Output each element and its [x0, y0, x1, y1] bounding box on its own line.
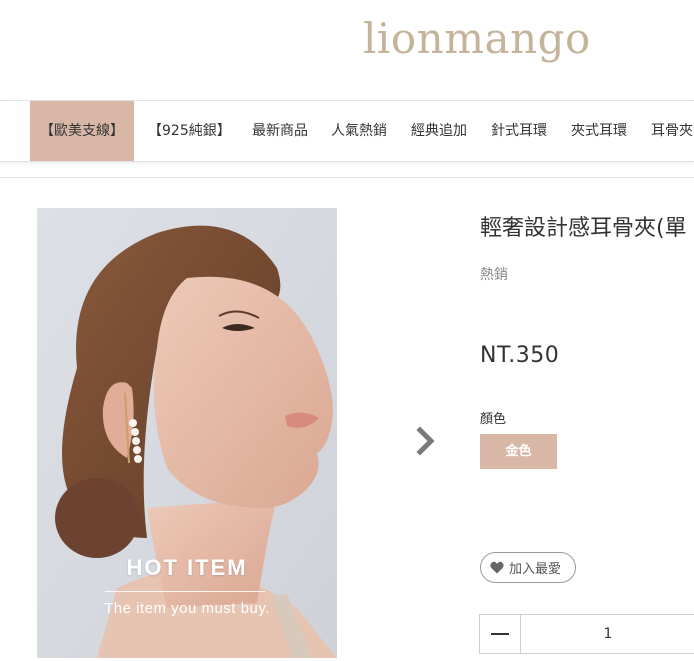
nav-item-pierced-earrings[interactable]: 針式耳環: [491, 101, 547, 161]
product-price: NT.350: [480, 343, 560, 368]
next-image-arrow-icon[interactable]: [414, 425, 438, 457]
breadcrumb-divider: [0, 177, 694, 178]
site-logo[interactable]: lionmango: [363, 14, 591, 63]
site-header: lionmango: [0, 0, 694, 100]
nav-item-clip-earrings[interactable]: 夾式耳環: [571, 101, 627, 161]
product-tag: 熱銷: [480, 267, 508, 283]
main-nav: 【歐美支線】 【925純銀】 最新商品 人氣熱銷 經典追加 針式耳環 夾式耳環 …: [0, 100, 694, 162]
promo-divider: [105, 591, 265, 592]
color-label: 顏色: [480, 412, 507, 427]
nav-item-ear-cuffs[interactable]: 耳骨夾: [651, 101, 693, 161]
product-image[interactable]: HOT ITEM The item you must buy.: [37, 208, 337, 658]
promo-title: HOT ITEM: [126, 555, 248, 580]
nav-item-best-sellers[interactable]: 人氣熱銷: [331, 101, 387, 161]
quantity-stepper: 1: [479, 614, 694, 654]
favorite-label: 加入最愛: [509, 562, 562, 577]
nav-item-euro-line[interactable]: 【歐美支線】: [30, 101, 134, 161]
quantity-input[interactable]: 1: [522, 615, 694, 653]
nav-item-925-silver[interactable]: 【925純銀】: [148, 101, 231, 161]
quantity-decrease-button[interactable]: [480, 615, 521, 653]
color-option-gold-button[interactable]: 金色: [480, 434, 557, 469]
minus-icon: [491, 633, 509, 635]
product-title: 輕奢設計感耳骨夾(單: [480, 216, 687, 241]
promo-subtitle: The item you must buy.: [104, 600, 270, 617]
nav-item-classic-restock[interactable]: 經典追加: [411, 101, 467, 161]
nav-item-new-arrivals[interactable]: 最新商品: [252, 101, 308, 161]
heart-icon: [490, 561, 504, 574]
add-to-favorites-button[interactable]: 加入最愛: [480, 552, 576, 583]
